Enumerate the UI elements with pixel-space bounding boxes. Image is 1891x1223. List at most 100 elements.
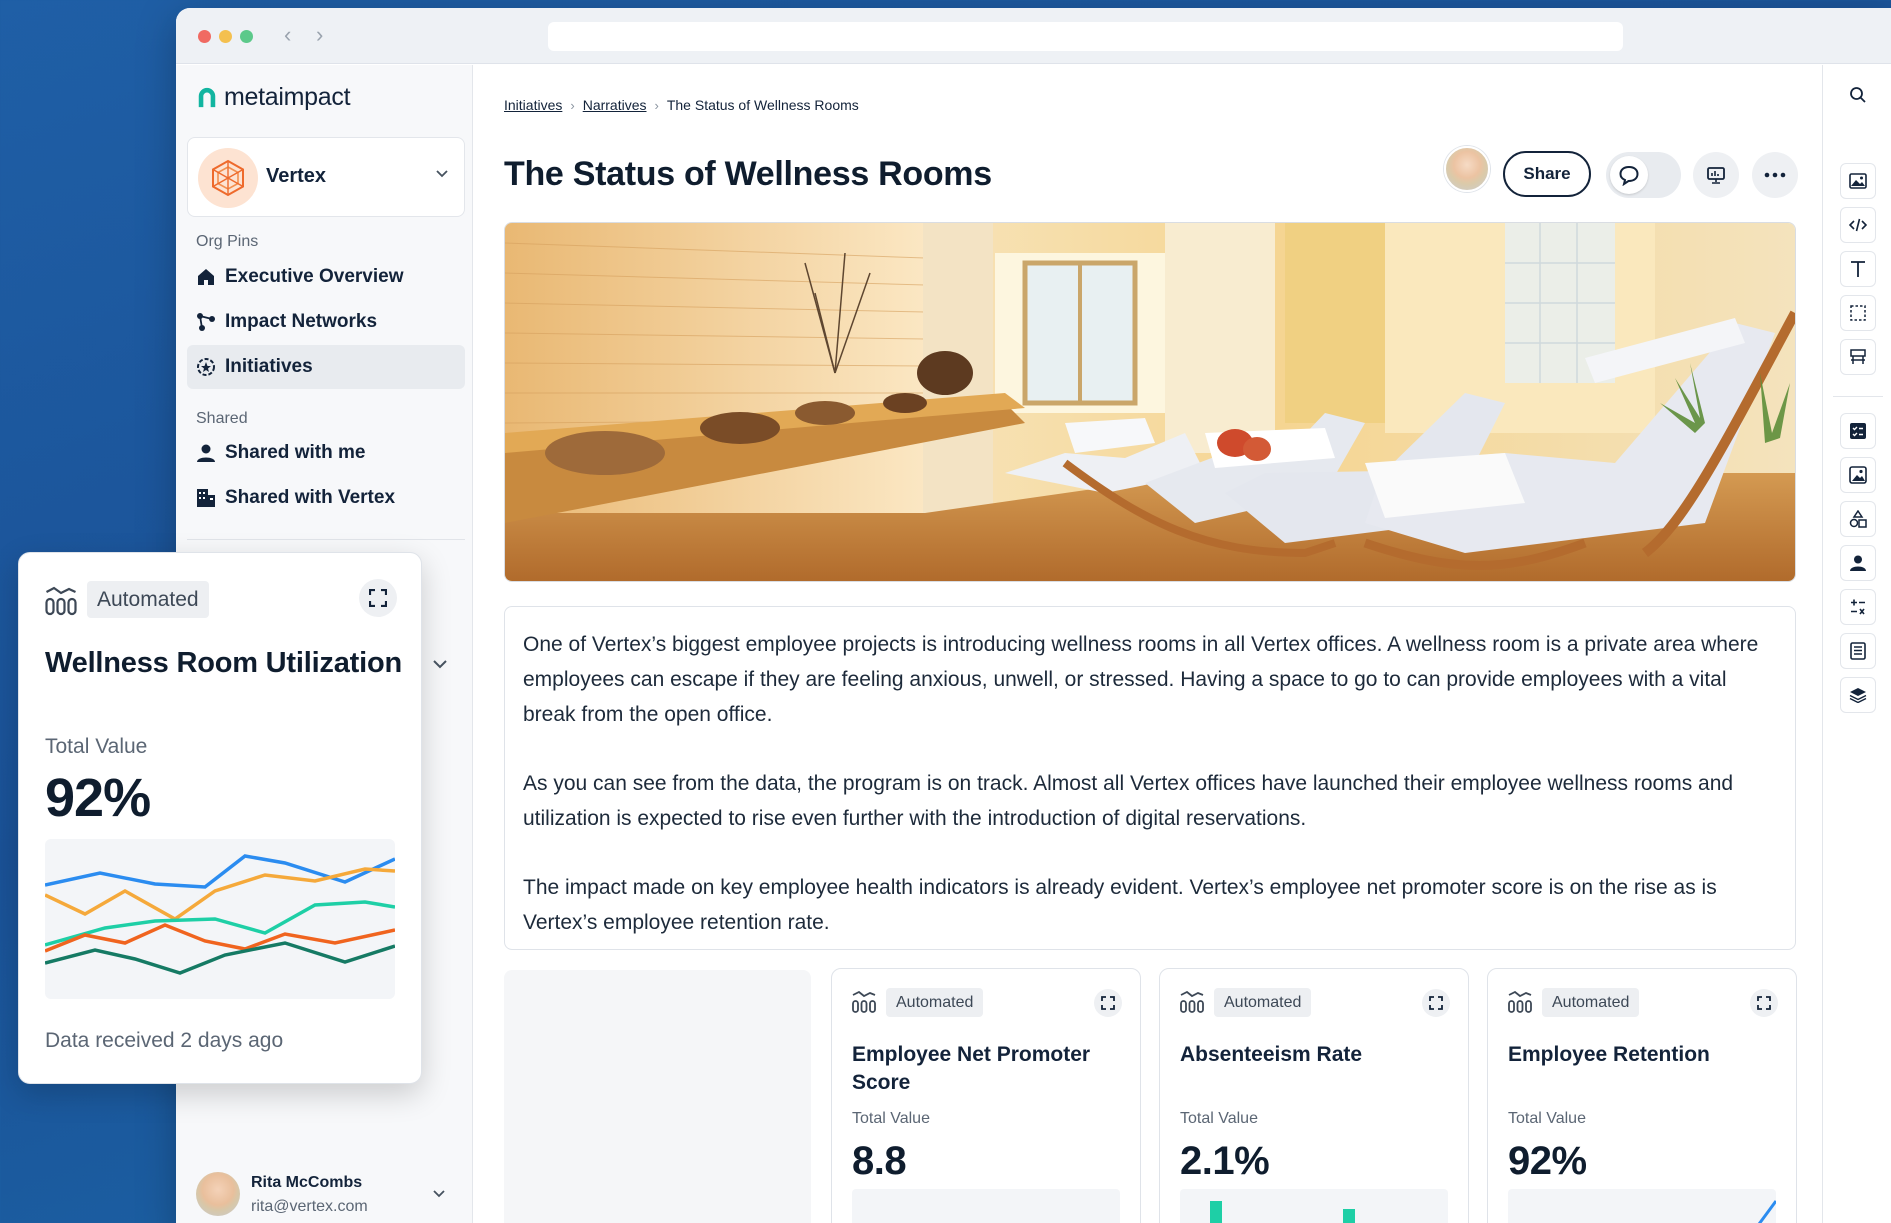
narrative-text-block[interactable]: One of Vertex’s biggest employee project… bbox=[504, 606, 1796, 950]
document-icon[interactable] bbox=[1840, 633, 1876, 669]
nav-item-executive-overview[interactable]: Executive Overview bbox=[187, 255, 465, 299]
metrics-icon bbox=[1180, 990, 1204, 1018]
org-name: Vertex bbox=[266, 165, 327, 187]
card-title: Absenteeism Rate bbox=[1180, 1043, 1363, 1066]
share-button[interactable]: Share bbox=[1503, 151, 1591, 197]
comments-toggle[interactable] bbox=[1606, 152, 1681, 198]
more-options-button[interactable] bbox=[1752, 152, 1798, 198]
layers-icon[interactable] bbox=[1840, 677, 1876, 713]
app-window: ‹ › metaimpact Vertex Org Pins Executive… bbox=[176, 8, 1891, 1223]
user-email: rita@vertex.com bbox=[251, 1198, 368, 1215]
expand-icon[interactable] bbox=[359, 579, 397, 617]
nav-item-shared-with-me[interactable]: Shared with me bbox=[187, 431, 465, 475]
frame-icon[interactable] bbox=[1840, 295, 1876, 331]
metric-card-absenteeism[interactable]: Automated Absenteeism Rate Total Value 2… bbox=[1159, 968, 1469, 1223]
breadcrumb-separator: › bbox=[654, 97, 659, 113]
initiatives-icon bbox=[196, 357, 216, 377]
network-icon bbox=[196, 312, 216, 332]
card-subtitle: Total Value bbox=[1508, 1110, 1586, 1127]
org-pins-label: Org Pins bbox=[196, 233, 259, 250]
avatar bbox=[196, 1172, 240, 1216]
image-icon[interactable] bbox=[1840, 163, 1876, 199]
card-value: 92% bbox=[1508, 1139, 1587, 1183]
automated-badge: Automated bbox=[886, 988, 984, 1017]
series-line-green bbox=[44, 941, 396, 975]
comment-icon bbox=[1610, 156, 1648, 194]
card-value: 92% bbox=[45, 768, 151, 828]
sidebar-divider bbox=[187, 539, 465, 540]
metrics-icon bbox=[1508, 990, 1532, 1018]
back-arrow-icon[interactable]: ‹ bbox=[284, 22, 291, 48]
logo[interactable]: metaimpact bbox=[196, 83, 351, 112]
maximize-window-button[interactable] bbox=[240, 30, 253, 43]
user-menu[interactable]: Rita McCombs rita@vertex.com bbox=[196, 1168, 466, 1223]
breadcrumb-narratives[interactable]: Narratives bbox=[583, 97, 647, 113]
card-title: Wellness Room Utilization bbox=[45, 647, 403, 679]
picture-icon[interactable] bbox=[1840, 457, 1876, 493]
chevron-down-icon[interactable] bbox=[435, 166, 449, 185]
nav-item-label: Shared with me bbox=[225, 442, 366, 463]
user-icon bbox=[196, 443, 216, 463]
expand-icon[interactable] bbox=[1750, 989, 1778, 1017]
user-name: Rita McCombs bbox=[251, 1174, 363, 1191]
text-icon[interactable] bbox=[1840, 251, 1876, 287]
metric-card-retention[interactable]: Automated Employee Retention Total Value… bbox=[1487, 968, 1797, 1223]
mini-bar-chart bbox=[1180, 1189, 1448, 1223]
nav-item-impact-networks[interactable]: Impact Networks bbox=[187, 300, 465, 344]
close-window-button[interactable] bbox=[198, 30, 211, 43]
card-title: Employee Net Promoter Score bbox=[852, 1043, 1091, 1094]
collaborator-avatar[interactable] bbox=[1444, 146, 1490, 192]
building-icon bbox=[196, 488, 216, 508]
narrative-paragraph: The impact made on key employee health i… bbox=[523, 876, 1717, 934]
shapes-icon[interactable] bbox=[1840, 501, 1876, 537]
data-received-label: Data received 2 days ago bbox=[45, 1029, 284, 1052]
shared-label: Shared bbox=[196, 410, 248, 427]
layout-icon[interactable] bbox=[1840, 339, 1876, 375]
card-subtitle: Total Value bbox=[45, 735, 148, 758]
card-subtitle: Total Value bbox=[1180, 1110, 1258, 1127]
checklist-icon[interactable] bbox=[1840, 413, 1876, 449]
empty-card-slot bbox=[504, 970, 811, 1223]
card-value: 2.1% bbox=[1180, 1139, 1270, 1183]
forward-arrow-icon[interactable]: › bbox=[316, 22, 323, 48]
person-icon[interactable] bbox=[1840, 545, 1876, 581]
more-horizontal-icon bbox=[1764, 172, 1786, 178]
nav-item-label: Executive Overview bbox=[225, 266, 404, 287]
narrative-paragraph: One of Vertex’s biggest employee project… bbox=[523, 633, 1759, 726]
wellness-utilization-card[interactable]: Automated Wellness Room Utilization Tota… bbox=[18, 552, 422, 1084]
chevron-down-icon[interactable] bbox=[432, 655, 448, 676]
card-value: 8.8 bbox=[852, 1139, 907, 1183]
nav-item-shared-with-vertex[interactable]: Shared with Vertex bbox=[187, 476, 465, 520]
chevron-down-icon[interactable] bbox=[432, 1186, 446, 1205]
expand-icon[interactable] bbox=[1094, 989, 1122, 1017]
logo-text: metaimpact bbox=[224, 83, 351, 111]
address-bar[interactable] bbox=[548, 22, 1623, 51]
hero-image bbox=[504, 222, 1796, 582]
page-title: The Status of Wellness Rooms bbox=[504, 155, 992, 193]
nav-item-label: Impact Networks bbox=[225, 311, 378, 332]
metric-card-enps[interactable]: Automated Employee Net Promoter Score To… bbox=[831, 968, 1141, 1223]
expand-icon[interactable] bbox=[1422, 989, 1450, 1017]
breadcrumb: Initiatives › Narratives › The Status of… bbox=[504, 97, 859, 113]
automated-badge: Automated bbox=[87, 581, 209, 618]
breadcrumb-separator: › bbox=[570, 97, 575, 113]
automated-badge: Automated bbox=[1542, 988, 1640, 1017]
org-switcher[interactable]: Vertex bbox=[187, 137, 465, 217]
series-line-blue bbox=[44, 854, 396, 889]
calculator-icon[interactable] bbox=[1840, 589, 1876, 625]
logo-mark-icon bbox=[198, 87, 216, 107]
mini-line-chart bbox=[1508, 1189, 1776, 1223]
breadcrumb-initiatives[interactable]: Initiatives bbox=[504, 97, 562, 113]
code-icon[interactable] bbox=[1840, 207, 1876, 243]
metrics-icon bbox=[45, 586, 77, 621]
vertex-logo-icon bbox=[212, 159, 244, 197]
utilization-line-chart bbox=[44, 839, 396, 999]
mini-line-chart bbox=[852, 1189, 1120, 1223]
search-icon[interactable] bbox=[1840, 77, 1876, 113]
nav-item-initiatives[interactable]: Initiatives bbox=[187, 345, 465, 389]
present-button[interactable] bbox=[1693, 152, 1739, 198]
automated-badge: Automated bbox=[1214, 988, 1312, 1017]
right-toolbar bbox=[1822, 65, 1891, 1223]
minimize-window-button[interactable] bbox=[219, 30, 232, 43]
nav-item-label: Shared with Vertex bbox=[225, 487, 396, 508]
